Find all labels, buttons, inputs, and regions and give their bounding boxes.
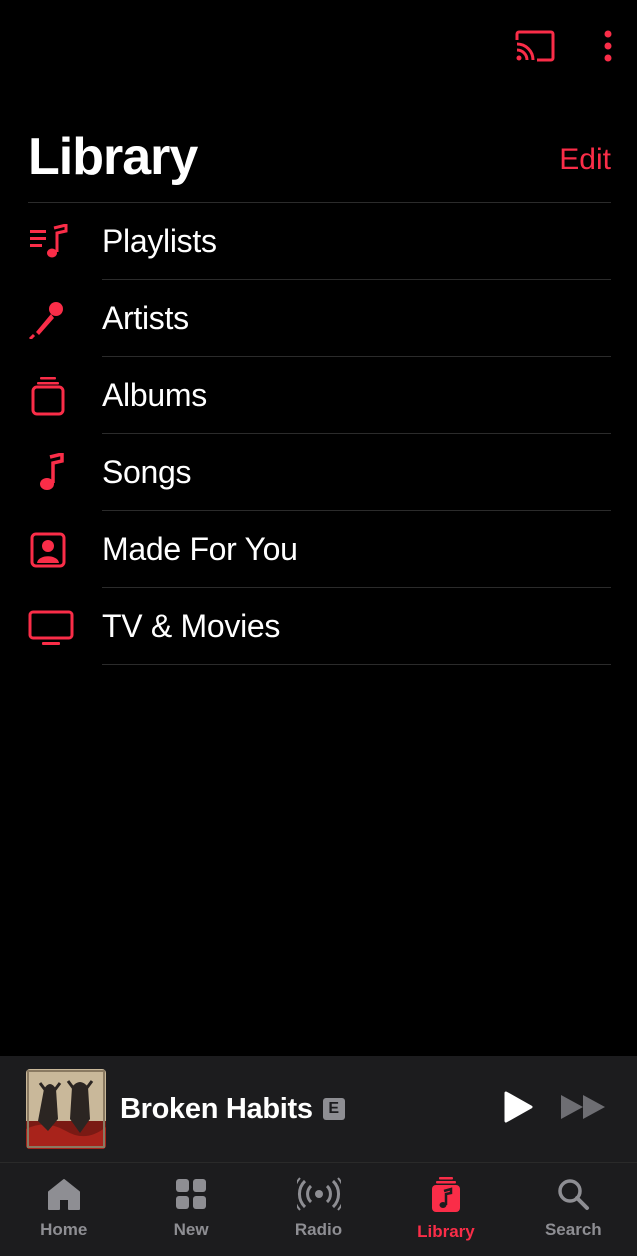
grid-icon [174,1177,208,1216]
radio-waves-icon [292,1177,345,1216]
edit-button[interactable]: Edit [559,143,611,177]
more-vertical-icon[interactable] [603,30,613,62]
fast-forward-icon[interactable] [559,1092,609,1127]
library-item-label: Albums [102,377,207,413]
play-icon[interactable] [503,1091,533,1128]
tab-label: Search [544,1220,602,1239]
tab-label: Home [40,1220,88,1239]
now-playing-title[interactable]: Broken Habits [120,1093,313,1126]
library-item-songs[interactable]: Songs [28,434,611,511]
library-icon [429,1177,463,1218]
playlist-icon [28,223,92,260]
library-item-label: Songs [102,454,192,490]
microphone-icon [28,299,92,339]
library-item-made-for-you[interactable]: Made For You [28,511,611,588]
library-item-label: Artists [102,300,189,336]
mini-player-controls [503,1091,609,1128]
tab-radio[interactable]: Radio [255,1163,382,1256]
mini-player[interactable]: Broken Habits E [0,1056,637,1162]
divider [102,664,611,665]
person-square-icon [28,530,92,570]
tab-new[interactable]: New [127,1163,254,1256]
library-item-label: Made For You [102,531,298,567]
search-icon [556,1177,590,1216]
tab-search[interactable]: Search [510,1163,637,1256]
page-title: Library [28,128,198,186]
library-item-label: TV & Movies [102,608,281,644]
tab-bar: Home New Radio Library Search [0,1162,637,1256]
library-item-playlists[interactable]: Playlists [28,203,611,280]
top-actions [515,30,613,62]
library-item-albums[interactable]: Albums [28,357,611,434]
house-icon [46,1177,82,1216]
tv-icon [28,607,92,647]
title-row: Library Edit [28,122,611,192]
album-artwork[interactable] [26,1069,106,1149]
cast-icon[interactable] [515,30,555,62]
explicit-badge: E [322,1098,345,1120]
album-stack-icon [28,376,92,416]
library-item-artists[interactable]: Artists [28,280,611,357]
library-item-tv-movies[interactable]: TV & Movies [28,588,611,665]
tab-label: Radio [294,1220,343,1239]
tab-home[interactable]: Home [0,1163,127,1256]
music-note-icon [28,452,92,493]
library-list: Playlists Artists Albums Songs Made For … [28,203,611,665]
library-item-label: Playlists [102,223,217,259]
tab-library[interactable]: Library [382,1163,509,1256]
tab-label: New [173,1220,209,1239]
tab-label: Library [417,1222,475,1241]
